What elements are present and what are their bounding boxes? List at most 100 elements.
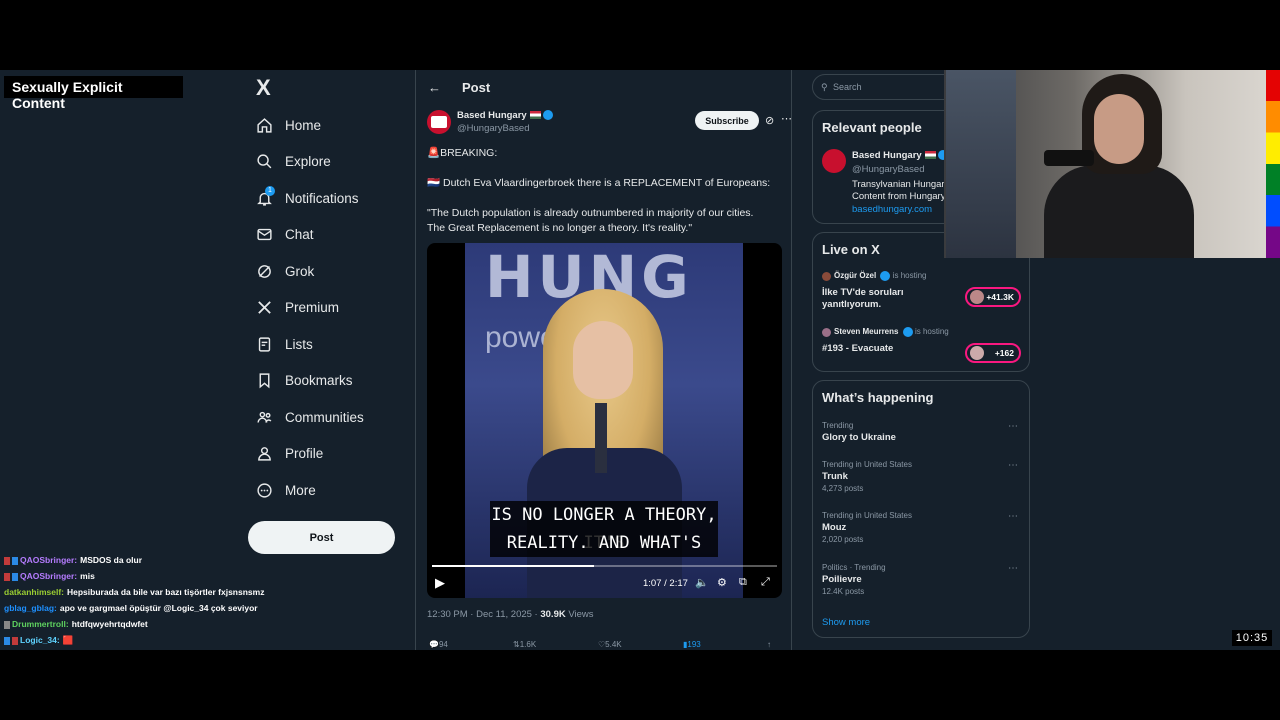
nav-explore[interactable]: Explore <box>256 146 331 176</box>
video-progress-bar[interactable] <box>432 565 777 567</box>
trend-count: 4,273 posts <box>822 484 864 493</box>
like-button[interactable]: ♡ 5.4K <box>598 640 622 649</box>
repost-button[interactable]: ⇅ 1.6K <box>513 640 536 649</box>
person-link[interactable]: basedhungary.com <box>852 204 932 215</box>
host-status: is hosting <box>914 327 949 337</box>
person-handle: @HungaryBased <box>852 164 925 175</box>
repost-count: 1.6K <box>519 640 537 649</box>
trend-item[interactable]: Trending in United States Trunk 4,273 po… <box>822 460 1022 493</box>
more-options-icon[interactable]: ⋯ <box>781 112 792 125</box>
browser-viewport: Sexually Explicit Content QAOSbringer: MS… <box>0 70 1280 650</box>
host-status: is hosting <box>892 271 927 281</box>
chat-badge-icon <box>12 572 18 581</box>
settings-gear-icon[interactable]: ⚙ <box>717 576 727 589</box>
play-icon[interactable]: ▶ <box>435 575 445 591</box>
nav-chat[interactable]: Chat <box>256 219 314 249</box>
chat-username: datkanhimself: <box>4 587 64 597</box>
home-icon <box>256 117 273 134</box>
nav-premium[interactable]: Premium <box>256 292 339 322</box>
chat-message: gblag_gblag: apo ve gargmael öpüştür @Log… <box>4 600 304 616</box>
chat-badge-icon <box>4 572 10 581</box>
fullscreen-icon[interactable]: ⤢ <box>761 576 770 589</box>
nav-label: Lists <box>285 336 313 352</box>
host-avatar <box>822 271 831 281</box>
bookmark-button[interactable]: ▮ 193 <box>683 640 701 649</box>
trend-topic: Trunk <box>822 471 848 482</box>
live-host[interactable]: Özgür Özel is hosting <box>822 271 927 281</box>
video-player[interactable]: HUNG power by IS NO LONGER A THEORY, IT'… <box>427 243 782 598</box>
chat-badge-icon <box>4 556 10 565</box>
volume-icon[interactable]: 🔈 <box>695 576 709 589</box>
nav-grok[interactable]: Grok <box>256 256 314 286</box>
x-icon <box>256 299 273 316</box>
nav-profile[interactable]: Profile <box>256 438 323 468</box>
nav-communities[interactable]: Communities <box>256 402 364 432</box>
post-time[interactable]: 12:30 PM · Dec 11, 2025 · <box>427 609 540 620</box>
live-listener-count[interactable]: +41.3K <box>965 287 1021 307</box>
chat-message: datkanhimself: Hepsiburada da bile var ba… <box>4 584 304 600</box>
live-listener-count[interactable]: +162 <box>965 343 1021 363</box>
bookmark-count: 193 <box>687 640 701 649</box>
author-handle[interactable]: @HungaryBased <box>457 123 530 134</box>
nav-label: Chat <box>285 226 314 242</box>
nav-home[interactable]: Home <box>256 110 321 140</box>
share-icon[interactable]: ↑ <box>767 640 771 649</box>
live-space-title[interactable]: #193 - Evacuate <box>822 343 962 355</box>
chat-message: QAOSbringer: MSDOS da olur <box>4 552 304 568</box>
trend-more-icon[interactable]: ⋯ <box>1008 421 1018 432</box>
views-label: Views <box>565 609 594 620</box>
trend-item[interactable]: Trending in United States Mouz 2,020 pos… <box>822 511 1022 544</box>
trend-topic: Mouz <box>822 522 847 533</box>
chat-username: QAOSbringer: <box>20 571 78 581</box>
post-text-line: 🚨BREAKING: <box>427 147 498 159</box>
streamer-face <box>1094 94 1144 164</box>
trend-count: 12.4K posts <box>822 587 865 596</box>
grok-icon[interactable]: ⊘ <box>765 114 774 127</box>
trend-topic: Glory to Ukraine <box>822 432 896 443</box>
person-icon <box>256 445 273 462</box>
chat-text: MSDOS da olur <box>80 555 143 565</box>
show-more-link[interactable]: Show more <box>822 617 870 628</box>
host-name: Steven Meurrens <box>834 327 899 337</box>
nav-label: Grok <box>285 263 315 279</box>
nav-more[interactable]: More <box>256 475 316 505</box>
host-avatar <box>822 327 831 337</box>
reply-button[interactable]: 💬 94 <box>429 640 448 649</box>
pip-icon[interactable]: ⧉ <box>739 576 747 589</box>
nav-bookmarks[interactable]: Bookmarks <box>256 365 353 395</box>
nav-label: Communities <box>285 409 364 425</box>
subscribe-button[interactable]: Subscribe <box>695 111 759 130</box>
author-name-row[interactable]: Based Hungary <box>457 110 553 121</box>
more-circle-icon <box>256 482 273 499</box>
left-empty-area: Sexually Explicit Content QAOSbringer: MS… <box>0 70 264 650</box>
person-avatar[interactable] <box>822 149 846 173</box>
trend-item[interactable]: Politics · Trending Poilievre 12.4K post… <box>822 563 1022 596</box>
video-progress-fill <box>432 565 595 567</box>
live-host[interactable]: Steven Meurrens is hosting <box>822 327 949 337</box>
microphone <box>1044 150 1094 166</box>
bookmark-icon <box>256 372 273 389</box>
back-arrow-icon[interactable]: ← <box>428 80 448 95</box>
trend-more-icon[interactable]: ⋯ <box>1008 511 1018 522</box>
trend-more-icon[interactable]: ⋯ <box>1008 460 1018 471</box>
nav-label: Notifications <box>285 190 359 206</box>
trend-topic: Poilievre <box>822 574 862 585</box>
trend-item[interactable]: Trending Glory to Ukraine ⋯ <box>822 421 1022 443</box>
chat-username: gblag_gblag: <box>4 603 57 613</box>
chat-badge-icon <box>12 636 18 645</box>
trend-count: 2,020 posts <box>822 535 864 544</box>
chat-message: Drummertroll: htdfqwyehrtqdwfet <box>4 616 304 632</box>
x-logo-icon[interactable]: X <box>256 77 276 99</box>
trend-meta: Trending in United States <box>822 460 912 469</box>
author-avatar[interactable] <box>427 110 451 134</box>
trend-more-icon[interactable]: ⋯ <box>1008 563 1018 574</box>
post-button[interactable]: Post <box>248 521 395 554</box>
person-name-row[interactable]: Based Hungary <box>852 150 948 161</box>
main-column: ← Post Based Hungary @HungaryBased Subsc… <box>415 70 792 650</box>
engagement-bar: 💬 94 ⇅ 1.6K ♡ 5.4K ▮ 193 ↑ <box>427 640 787 650</box>
page-title: Post <box>462 79 491 95</box>
live-space-title[interactable]: İlke TV'de soruları yanıtlıyorum. <box>822 287 962 311</box>
nav-notifications[interactable]: 1 Notifications <box>256 183 359 213</box>
whats-happening-card: What’s happening Trending Glory to Ukrai… <box>812 380 1030 638</box>
nav-lists[interactable]: Lists <box>256 329 313 359</box>
